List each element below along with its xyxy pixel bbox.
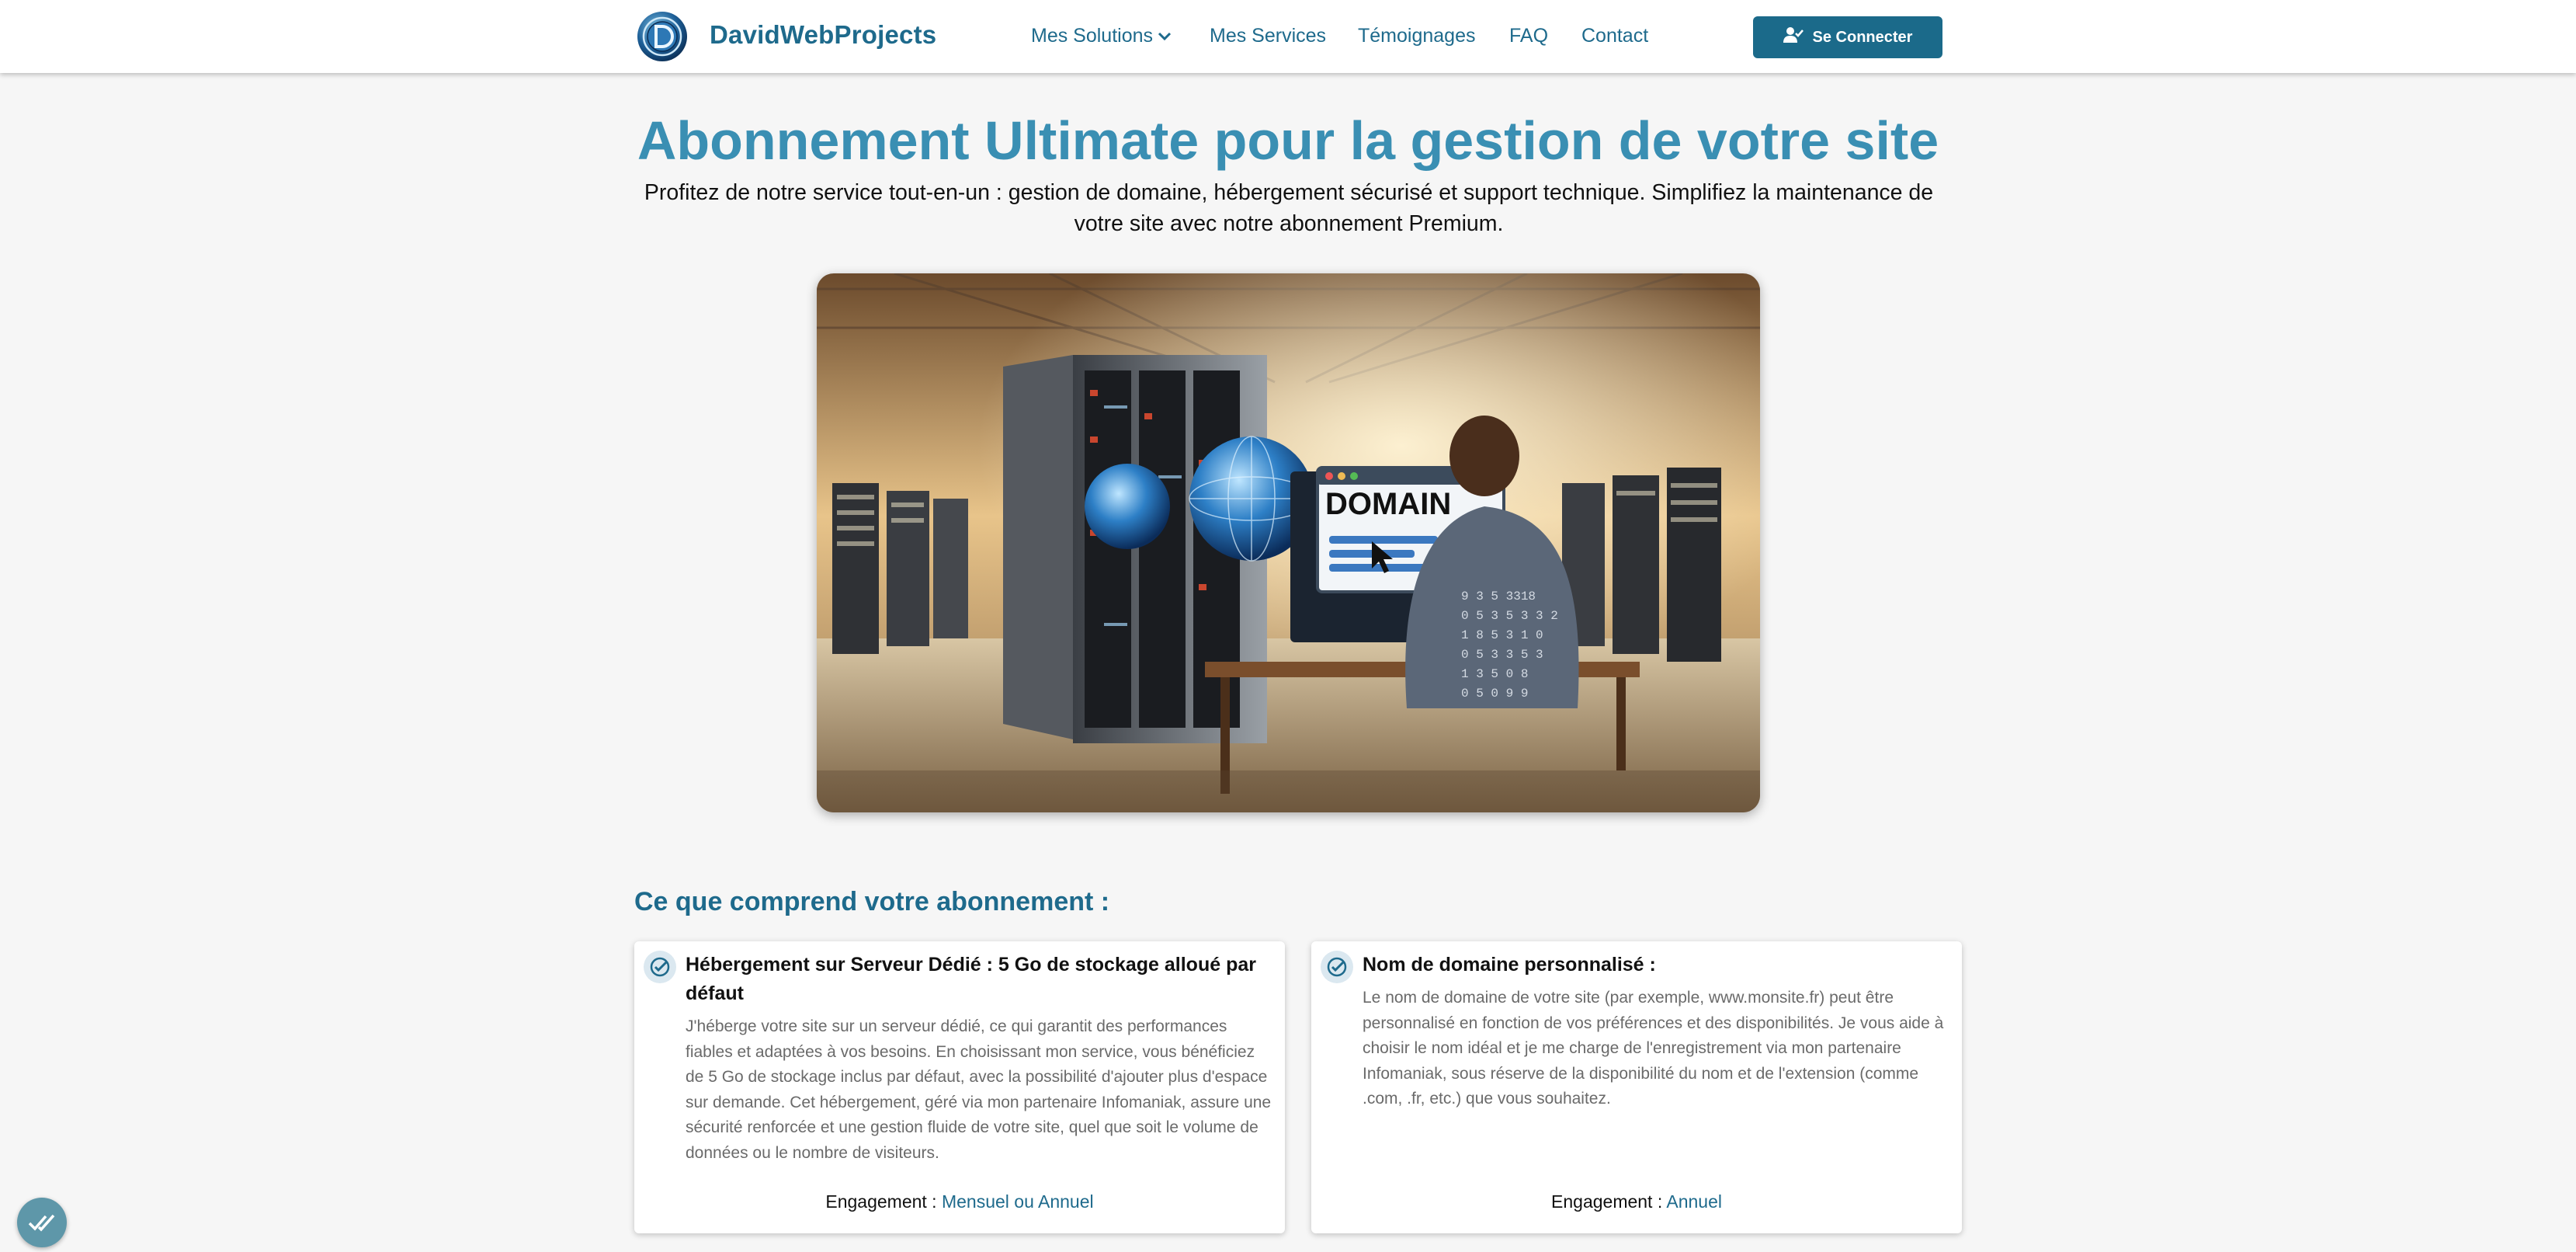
svg-text:9 3 5 3318: 9 3 5 3318 (1461, 589, 1536, 603)
hero-illustration: DOMAIN 9 3 5 3318 0 5 3 5 3 3 2 1 8 5 3 … (817, 273, 1760, 812)
engagement-label: Engagement : (1551, 1191, 1663, 1212)
nav-label: Mes Solutions (1031, 25, 1154, 47)
user-check-icon (1783, 26, 1804, 48)
nav-faq[interactable]: FAQ (1509, 25, 1548, 47)
nav-contact[interactable]: Contact (1581, 25, 1648, 47)
card-title: Hébergement sur Serveur Dédié : 5 Go de … (686, 954, 1256, 1004)
nav-mes-solutions[interactable]: Mes Solutions (1031, 25, 1172, 47)
page-title: Abonnement Ultimate pour la gestion de v… (637, 110, 1939, 171)
top-navbar: DavidWebProjects Mes Solutions Mes Servi… (0, 0, 2576, 73)
svg-text:1 8 5 3 1 0: 1 8 5 3 1 0 (1461, 628, 1543, 642)
login-label: Se Connecter (1812, 28, 1913, 46)
card-title: Nom de domaine personnalisé : (1363, 954, 1656, 976)
card-engagement: Engagement : Mensuel ou Annuel (634, 1191, 1285, 1212)
svg-text:0 5 3 3 5 3: 0 5 3 3 5 3 (1461, 648, 1543, 662)
brand-name[interactable]: DavidWebProjects (710, 20, 936, 50)
nav-mes-services[interactable]: Mes Services (1210, 25, 1326, 47)
card-text: J'héberge votre site sur un serveur dédi… (686, 1017, 1272, 1162)
double-check-icon[interactable] (17, 1198, 67, 1247)
section-title: Ce que comprend votre abonnement : (634, 887, 1110, 916)
check-circle-icon (1321, 951, 1353, 983)
check-circle-icon (644, 951, 676, 983)
feature-card-hosting: Hébergement sur Serveur Dédié : 5 Go de … (634, 941, 1285, 1233)
engagement-label: Engagement : (825, 1191, 937, 1212)
login-button[interactable]: Se Connecter (1753, 16, 1942, 58)
image-domain-text: DOMAIN (1325, 487, 1451, 521)
engagement-value[interactable]: Mensuel ou Annuel (942, 1191, 1094, 1212)
logo-d-icon[interactable] (637, 11, 688, 62)
engagement-value[interactable]: Annuel (1666, 1191, 1722, 1212)
chevron-down-icon (1158, 24, 1172, 47)
card-text: Le nom de domaine de votre site (par exe… (1363, 989, 1944, 1108)
nav-temoignages[interactable]: Témoignages (1358, 25, 1475, 47)
feature-card-domain: Nom de domaine personnalisé : Le nom de … (1311, 941, 1962, 1233)
card-engagement: Engagement : Annuel (1311, 1191, 1962, 1212)
svg-text:0 5 3 5 3 3 2: 0 5 3 5 3 3 2 (1461, 609, 1558, 623)
svg-text:1 3 5 0 8: 1 3 5 0 8 (1461, 667, 1528, 681)
svg-text:0 5 0 9 9: 0 5 0 9 9 (1461, 687, 1528, 701)
page-subtitle: Profitez de notre service tout-en-un : g… (644, 180, 1934, 236)
